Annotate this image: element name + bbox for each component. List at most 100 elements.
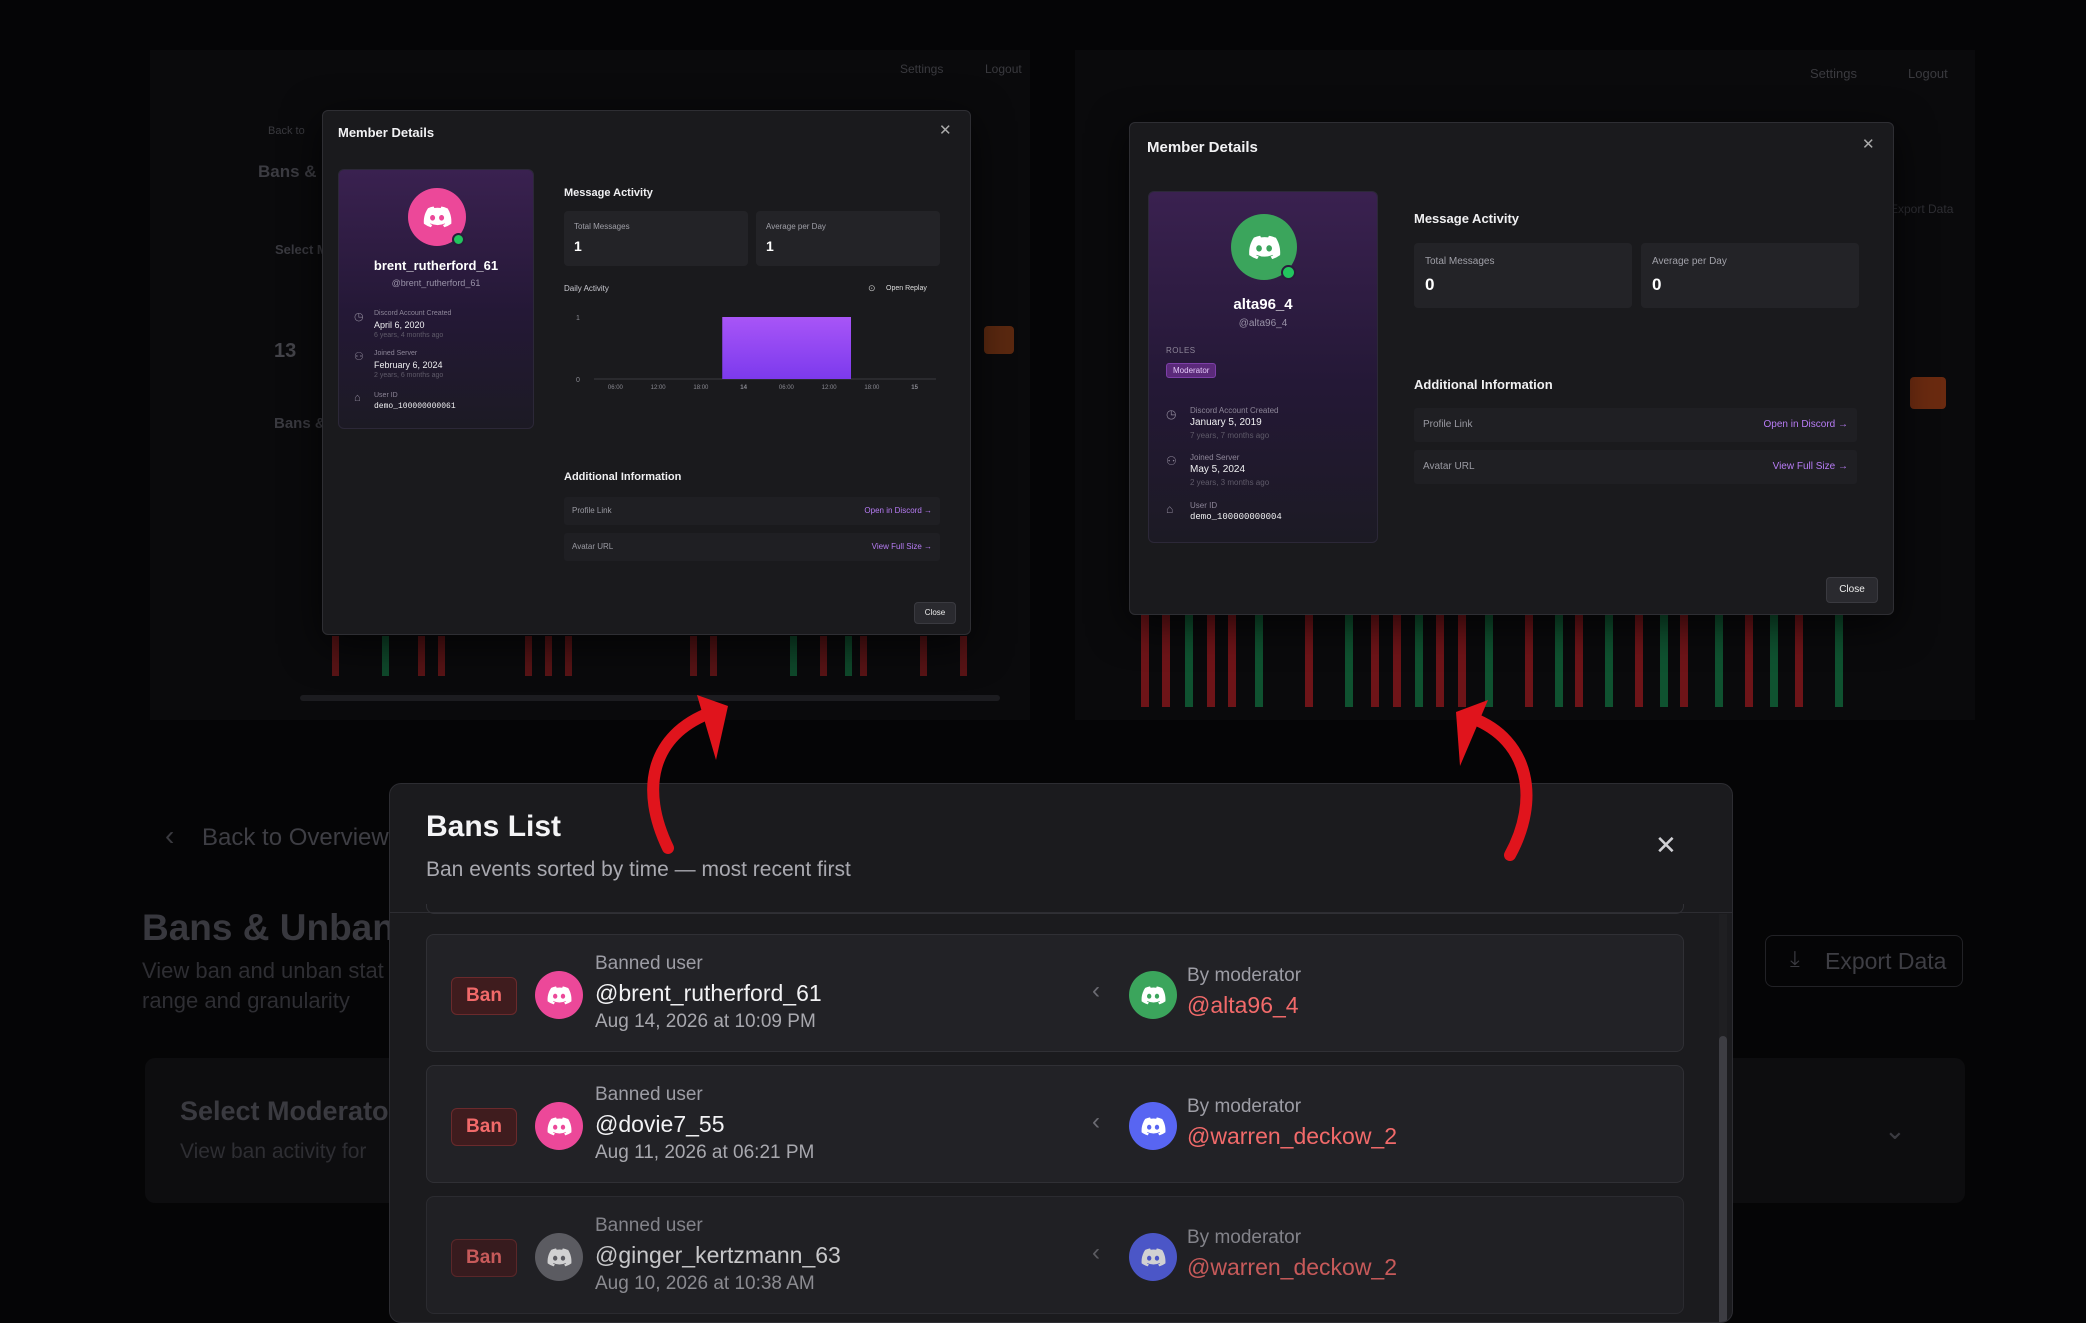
view-full-size-link[interactable]: View Full Size → [872,542,932,551]
chevron-left-icon: ‹ [1092,1108,1100,1135]
calendar-icon: ◷ [354,311,364,323]
bg-export-icon: ⤓ [1790,946,1800,971]
total-messages-card: Total Messages 0 [1414,243,1632,308]
daily-activity-label: Daily Activity [564,284,609,293]
activity-bar [765,317,809,379]
total-messages-value: 0 [1425,275,1435,294]
x-tick-label: 12:00 [822,385,838,391]
moderator-username[interactable]: @alta96_4 [1187,992,1299,1019]
open-replay-button[interactable]: Open Replay [886,285,927,292]
discord-icon [547,985,572,1004]
total-messages-label: Total Messages [574,222,630,231]
close-icon[interactable]: ✕ [1862,137,1875,152]
discord-icon [1141,985,1166,1004]
bg-back-chevron-icon: ‹ [165,820,175,851]
userid-label: User ID [1190,501,1218,510]
created-label: Discord Account Created [374,310,452,317]
bg-right-settings: Settings [1810,66,1857,81]
ban-badge: Ban [451,1239,517,1277]
moderator-avatar [1129,971,1177,1019]
ban-date: Aug 10, 2026 at 10:38 AM [595,1273,815,1294]
moderator-avatar [1129,1102,1177,1150]
additional-title: Additional Information [564,471,682,483]
bg-left-settings: Settings [900,62,944,76]
joined-value: May 5, 2024 [1190,464,1246,475]
x-tick-label: 12:00 [651,385,667,391]
ban-row[interactable]: Ban Banned user @ginger_kertzmann_63 Aug… [426,1196,1684,1314]
bg-right-logout: Logout [1908,66,1948,81]
replay-icon[interactable]: ⊙ [868,283,876,294]
activity-title: Message Activity [1414,211,1520,226]
discord-icon [1141,1116,1166,1135]
userid-value: demo_100000000061 [374,402,456,411]
bg-left-logout: Logout [985,62,1022,76]
activity-title: Message Activity [564,187,653,199]
by-moderator-label: By moderator [1187,1096,1302,1117]
x-tick-label: 06:00 [608,385,624,391]
bg-right-trend-button [1910,377,1946,409]
bg-left-bans-title: Bans & [274,415,326,432]
bans-list-modal: Bans List Ban events sorted by time — mo… [389,783,1733,1323]
online-status-dot [1281,265,1296,280]
bg-left-total: 13 [274,340,297,362]
profile-link-row: Profile Link Open in Discord → [1414,408,1857,442]
close-button[interactable]: Close [914,602,956,624]
role-badge: Moderator [1166,363,1217,378]
open-in-discord-link[interactable]: Open in Discord → [1764,419,1848,430]
avatar-url-label: Avatar URL [1423,461,1475,472]
userid-label: User ID [374,392,398,399]
bg-left-candles [300,636,1000,701]
banned-username[interactable]: @dovie7_55 [595,1111,725,1138]
calendar-icon: ◷ [1166,407,1177,421]
scrollbar-thumb[interactable] [1719,1036,1727,1322]
ban-date: Aug 14, 2026 at 10:09 PM [595,1011,816,1032]
close-icon[interactable]: ✕ [939,123,952,138]
banned-username[interactable]: @brent_rutherford_61 [595,980,822,1007]
bg-right-candles [1141,615,1843,707]
banned-user-label: Banned user [595,1084,703,1105]
prev-row-edge [426,904,1684,914]
avg-per-day-card: Average per Day 1 [756,211,940,266]
avatar [535,1102,583,1150]
by-moderator-label: By moderator [1187,965,1302,986]
avatar-url-row: Avatar URL View Full Size → [564,533,940,561]
additional-title: Additional Information [1414,377,1553,392]
activity-bar [722,317,766,379]
discord-icon [1141,1247,1166,1266]
bans-list-title: Bans List [426,810,562,843]
avg-per-day-label: Average per Day [766,222,826,231]
banned-username[interactable]: @ginger_kertzmann_63 [595,1242,841,1269]
view-full-size-link[interactable]: View Full Size → [1773,461,1848,472]
modal-title: Member Details [338,125,435,140]
created-ago: 7 years, 7 months ago [1190,431,1270,440]
banned-user-label: Banned user [595,1215,703,1236]
created-value: April 6, 2020 [374,320,425,330]
ban-badge: Ban [451,1108,517,1146]
avatar-url-row: Avatar URL View Full Size → [1414,450,1857,484]
moderator-username[interactable]: @warren_deckow_2 [1187,1254,1397,1281]
discord-icon [1249,235,1281,259]
avg-per-day-label: Average per Day [1652,256,1727,267]
open-in-discord-link[interactable]: Open in Discord → [864,506,932,515]
x-tick-label: 18:00 [693,385,709,391]
x-tick-label: 06:00 [779,385,795,391]
bg-page-desc-1: View ban and unban stat [142,958,384,983]
chevron-left-icon: ‹ [1092,977,1100,1004]
member-username: brent_rutherford_61 [373,258,499,273]
close-button[interactable]: Close [1826,577,1878,603]
modal-title: Member Details [1147,139,1258,156]
ban-row[interactable]: Ban Banned user @dovie7_55 Aug 11, 2026 … [426,1065,1684,1183]
ban-date: Aug 11, 2026 at 06:21 PM [595,1142,815,1163]
close-icon[interactable]: ✕ [1655,832,1677,858]
y-tick-label: 1 [576,315,580,322]
moderator-username[interactable]: @warren_deckow_2 [1187,1123,1397,1150]
y-tick-label: 0 [576,377,580,384]
ban-row[interactable]: Ban Banned user @brent_rutherford_61 Aug… [426,934,1684,1052]
ban-badge: Ban [451,977,517,1015]
bg-select-chevron-icon: ⌄ [1884,1115,1906,1145]
bans-list-subtitle: Ban events sorted by time — most recent … [426,858,851,881]
created-ago: 6 years, 4 months ago [374,332,444,339]
avg-per-day-value: 1 [766,238,774,254]
joined-label: Joined Server [374,350,418,357]
discord-icon [547,1116,572,1135]
